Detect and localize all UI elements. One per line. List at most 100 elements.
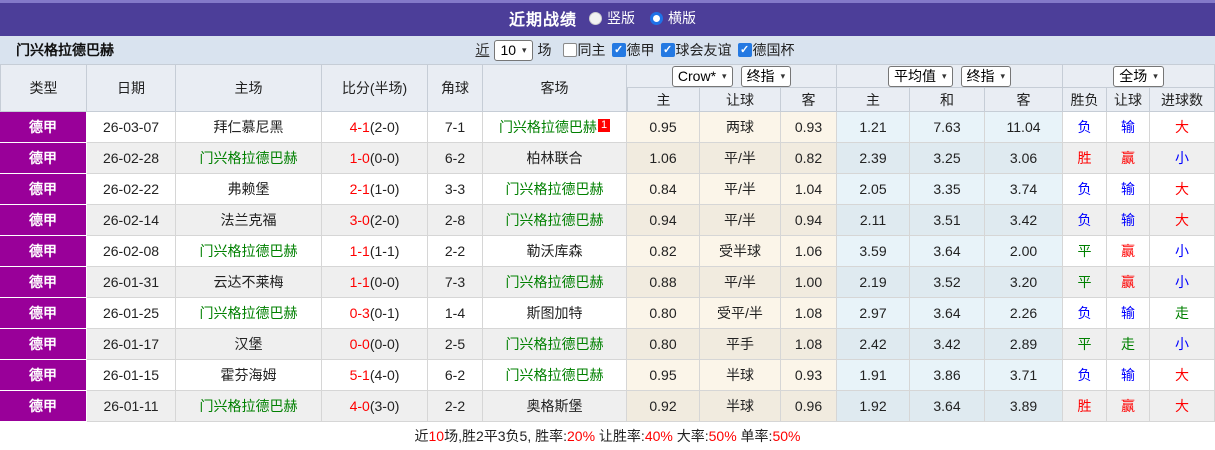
home-team-cell: 拜仁慕尼黑 [176,112,322,143]
table-row: 德甲 26-03-07 拜仁慕尼黑 4-1(2-0) 7-1 门兴格拉德巴赫 1 0.95 两球… [0,112,1215,143]
full-time-score: 5-1 [349,367,370,383]
filter-controls: 近 10 ▾ 场 同主 ✓ 德甲 ✓ 球会友谊 ✓ 德国杯 [475,39,795,61]
corner-cell: 6-2 [428,143,483,174]
score-cell: 0-3(0-1) [322,298,428,329]
away-team-cell: 奥格斯堡 [483,391,627,422]
avg-away-cell: 2.00 [985,236,1064,267]
odds-away-cell: 0.94 [781,205,837,236]
result-goals-cell: 大 [1150,112,1215,143]
league-type-cell: 德甲 [0,143,87,174]
odds-home-cell: 1.06 [627,143,700,174]
header-odds-group: Crow* ▾ 终指 ▾ [627,64,837,88]
result-winloss-cell: 平 [1063,329,1108,360]
team-name: 门兴格拉德巴赫 [16,42,114,58]
home-team-cell: 门兴格拉德巴赫 [176,143,322,174]
avg-home-cell: 2.42 [837,329,910,360]
odds-away-cell: 1.00 [781,267,837,298]
average-select[interactable]: 平均值 ▾ [887,65,953,87]
avg-draw-cell: 3.64 [910,298,985,329]
avg-draw-cell: 3.64 [910,391,985,422]
subheader-avg-home: 主 [837,88,910,112]
table-row: 德甲 26-01-25 门兴格拉德巴赫 0-3(0-1) 1-4 斯图加特 0.80 受平/半… [0,298,1215,329]
summary-line: 近10场,胜2平3负5, 胜率:20% 让胜率:40% 大率:50% 单率:50… [415,426,801,446]
subheader-odds-handicap: 让球 [700,88,781,112]
result-goals-cell: 小 [1150,329,1215,360]
header-home: 主场 [176,64,322,112]
full-time-score: 2-1 [349,181,370,197]
date-cell: 26-02-28 [87,143,176,174]
average-stage-select[interactable]: 终指 ▾ [960,65,1012,87]
corner-cell: 1-4 [428,298,483,329]
bookmaker-select-value: Crow* [677,67,717,84]
odds-handicap-cell: 平/半 [700,174,781,205]
avg-away-cell: 3.20 [985,267,1064,298]
vertical-layout-label: 竖版 [607,10,635,26]
full-match-select[interactable]: 全场 ▾ [1113,65,1164,87]
vertical-layout-radio[interactable] [589,11,602,25]
filter-checkbox[interactable]: ✓ [611,43,626,57]
half-time-score: (0-0) [369,336,400,352]
score-cell: 4-1(2-0) [322,112,428,143]
home-team-cell: 云达不莱梅 [176,267,322,298]
league-type-cell: 德甲 [0,267,87,298]
result-winloss-cell: 负 [1063,112,1108,143]
summary-bar: 近10场,胜2平3负5, 胜率:20% 让胜率:40% 大率:50% 单率:50… [0,422,1215,450]
odds-handicap-cell: 两球 [700,112,781,143]
header-type: 类型 [0,64,87,112]
table-row: 德甲 26-01-11 门兴格拉德巴赫 4-0(3-0) 2-2 奥格斯堡 0.92 半球 0.… [0,391,1215,422]
odds-handicap-cell: 半球 [700,360,781,391]
filter-checkbox[interactable]: ✓ [737,43,752,57]
corner-cell: 2-2 [428,391,483,422]
header-average-group: 平均值 ▾ 终指 ▾ [837,64,1064,88]
date-cell: 26-01-15 [87,360,176,391]
score-cell: 1-0(0-0) [322,143,428,174]
subheader-goals: 进球数 [1150,88,1215,112]
summary-segment: 场,胜2平3负5, 胜率: [444,428,568,444]
filter-checkbox-label: 德国杯 [752,42,795,58]
home-team-cell: 门兴格拉德巴赫 [176,236,322,267]
result-handicap-cell: 输 [1107,112,1151,143]
bookmaker-select[interactable]: Crow* ▾ [671,65,733,87]
home-team-cell: 汉堡 [176,329,322,360]
full-time-score: 3-0 [349,212,370,228]
avg-draw-cell: 7.63 [910,112,985,143]
match-count-select[interactable]: 10 ▾ [494,39,533,61]
table-row: 德甲 26-02-14 法兰克福 3-0(2-0) 2-8 门兴格拉德巴赫 0.94 平/半 0… [0,205,1215,236]
subheader-avg-draw: 和 [910,88,985,112]
result-goals-cell: 大 [1150,360,1215,391]
avg-away-cell: 2.26 [985,298,1064,329]
score-cell: 3-0(2-0) [322,205,428,236]
avg-draw-cell: 3.35 [910,174,985,205]
table-row: 德甲 26-01-31 云达不莱梅 1-1(0-0) 7-3 门兴格拉德巴赫 0.88 平/半… [0,267,1215,298]
date-cell: 26-02-22 [87,174,176,205]
result-handicap-cell: 输 [1107,174,1151,205]
filter-checkbox-label: 同主 [577,42,606,58]
filter-checkbox-group: 同主 ✓ 德甲 ✓ 球会友谊 ✓ 德国杯 [557,40,795,60]
corner-cell: 7-1 [428,112,483,143]
result-goals-cell: 大 [1150,205,1215,236]
avg-home-cell: 3.59 [837,236,910,267]
filter-checkbox-label: 德甲 [626,42,655,58]
home-team-cell: 门兴格拉德巴赫 [176,391,322,422]
corner-cell: 2-2 [428,236,483,267]
subheader-winloss: 胜负 [1063,88,1108,112]
games-label: 场 [537,42,552,58]
horizontal-layout-radio[interactable] [650,11,663,25]
filter-checkbox-label: 球会友谊 [675,42,732,58]
odds-stage-select[interactable]: 终指 ▾ [740,65,792,87]
result-handicap-cell: 赢 [1107,267,1151,298]
recent-link[interactable]: 近 [475,40,489,60]
result-handicap-cell: 走 [1107,329,1151,360]
avg-away-cell: 3.06 [985,143,1064,174]
odds-home-cell: 0.94 [627,205,700,236]
average-stage-select-value: 终指 [966,67,995,84]
results-tbody: 德甲 26-03-07 拜仁慕尼黑 4-1(2-0) 7-1 门兴格拉德巴赫 1 0.95 两球… [0,112,1215,422]
filter-checkbox[interactable] [562,43,577,57]
score-cell: 5-1(4-0) [322,360,428,391]
result-winloss-cell: 负 [1063,360,1108,391]
odds-home-cell: 0.82 [627,236,700,267]
full-time-score: 4-0 [349,398,370,414]
away-team-cell: 门兴格拉德巴赫 [483,205,627,236]
home-team-cell: 法兰克福 [176,205,322,236]
filter-checkbox[interactable]: ✓ [660,43,675,57]
